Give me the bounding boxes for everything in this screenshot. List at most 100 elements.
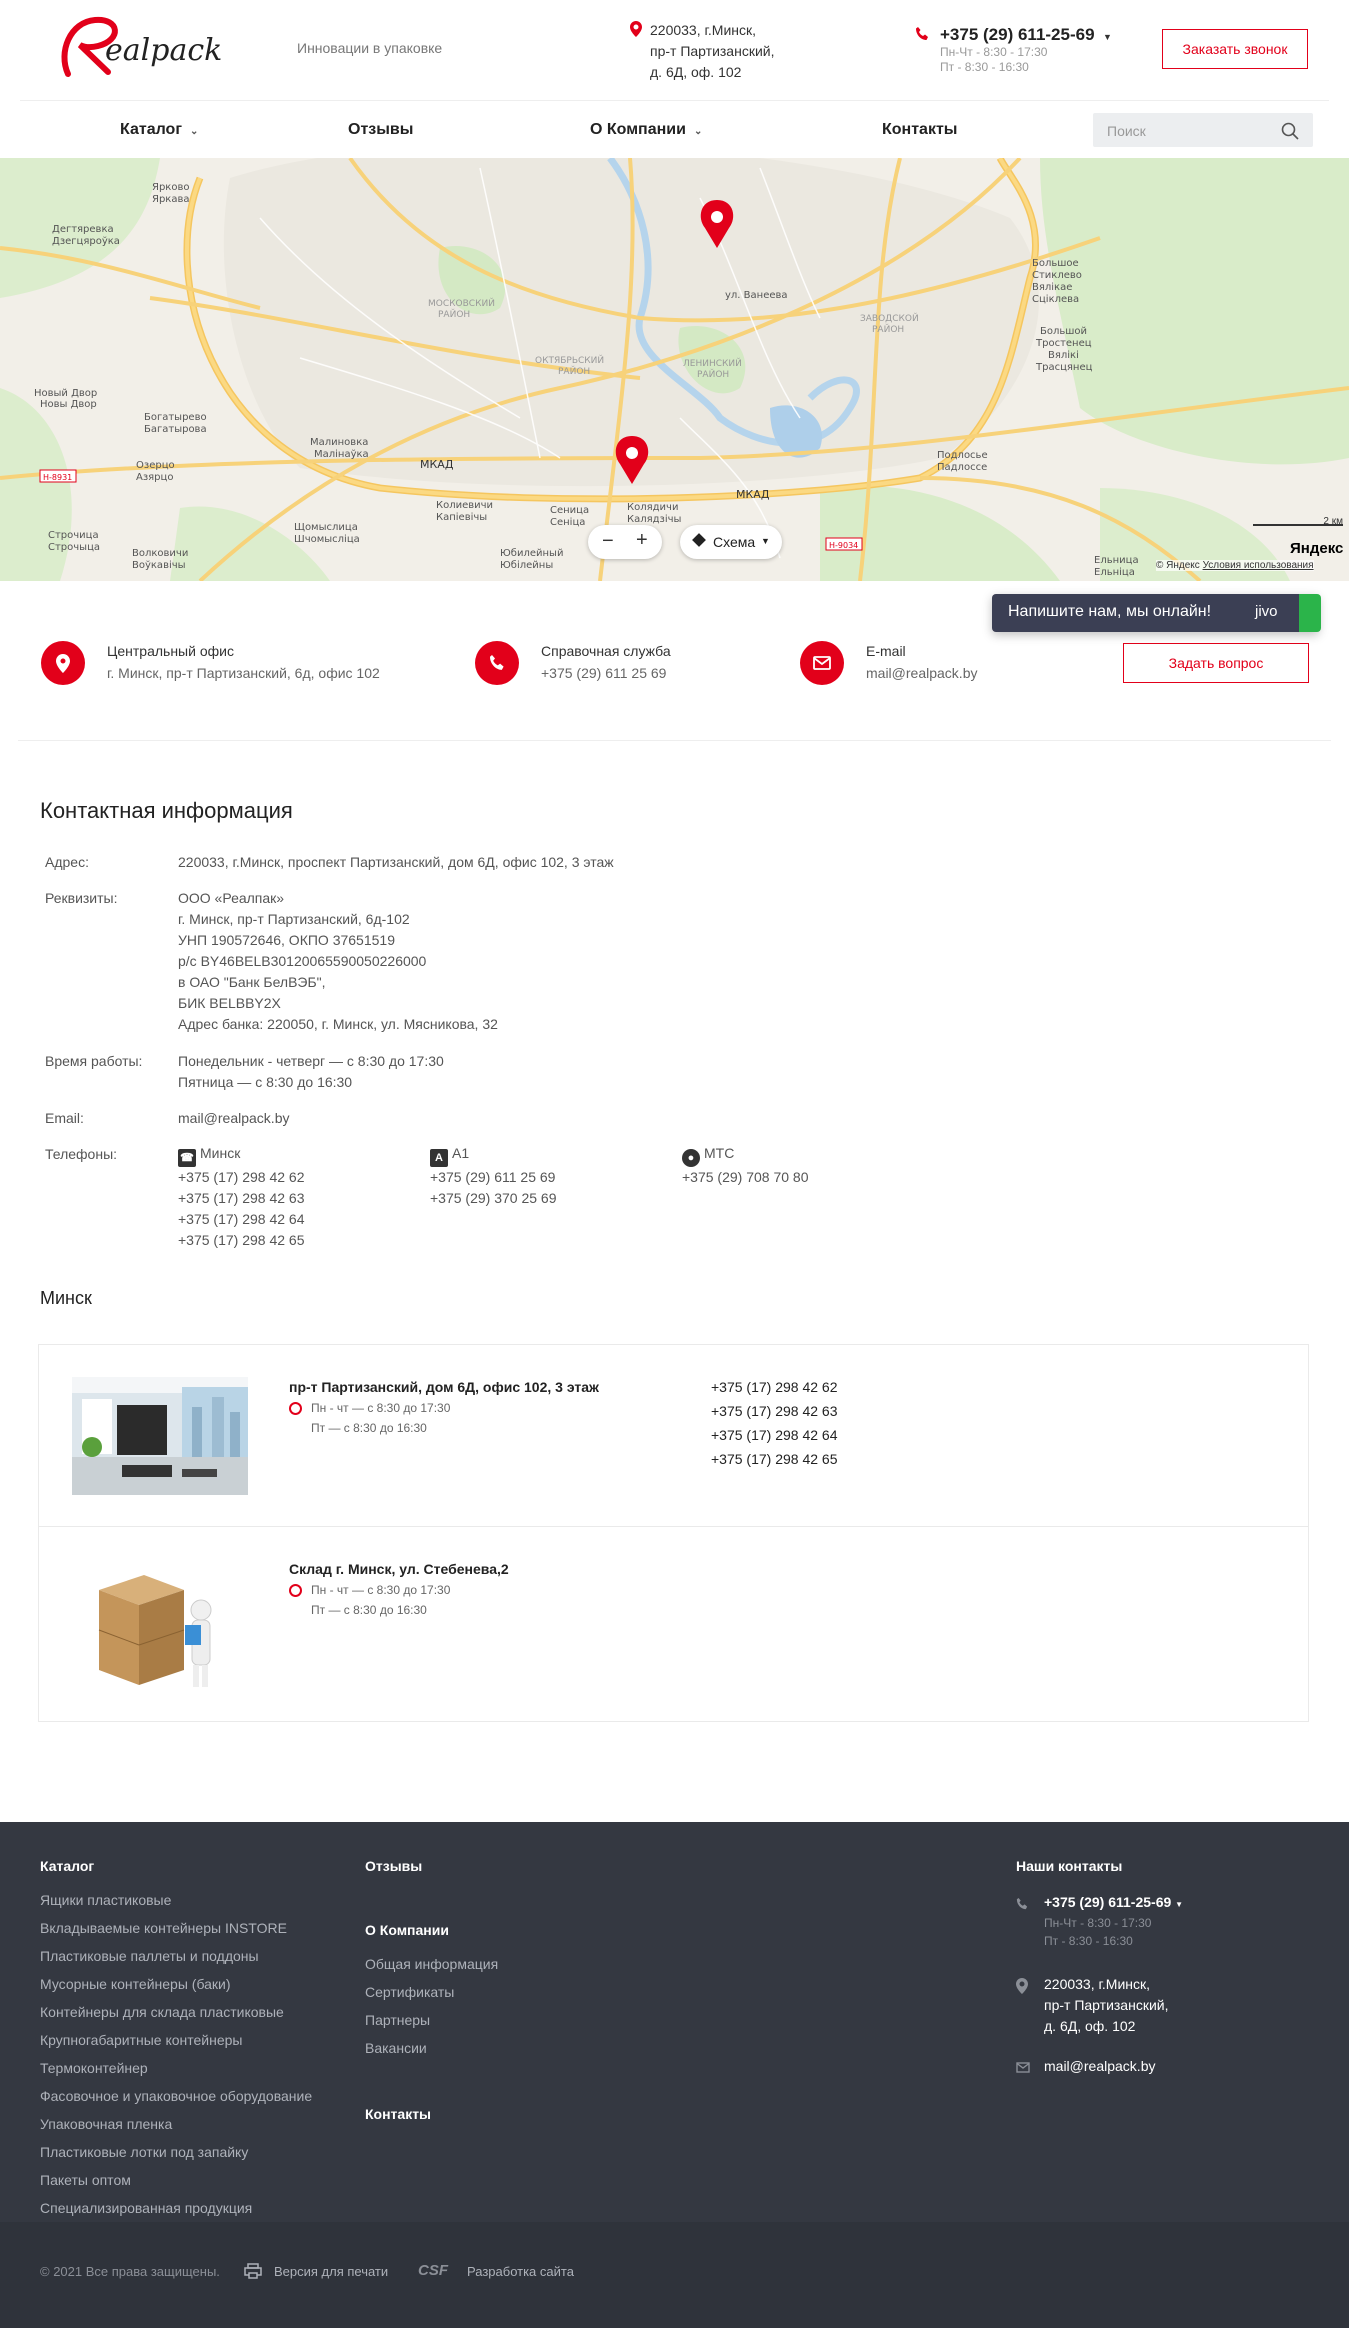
footer-link[interactable]: Вакансии <box>365 2034 498 2062</box>
svg-text:ОКТЯБРЬСКИЙ: ОКТЯБРЬСКИЙ <box>535 354 604 366</box>
chevron-down-icon: ⌄ <box>189 126 199 137</box>
map-copyright: © Яндекс Условия использования <box>1156 560 1314 571</box>
zoom-out-button[interactable]: − <box>602 530 614 553</box>
copyright: © 2021 Все права защищены. <box>40 2264 220 2279</box>
footer-link[interactable]: Контейнеры для склада пластиковые <box>40 1998 312 2026</box>
footer-link[interactable]: Пластиковые паллеты и поддоны <box>40 1942 312 1970</box>
footer-phone[interactable]: +375 (29) 611-25-69 ▼ <box>1044 1894 1183 1910</box>
address-value: 220033, г.Минск, проспект Партизанский, … <box>178 854 614 870</box>
header: ealpack Инновации в упаковке 220033, г.М… <box>0 0 1349 100</box>
svg-text:МОСКОВСКИЙ: МОСКОВСКИЙ <box>428 297 495 309</box>
svg-text:Падлоссе: Падлоссе <box>937 462 987 473</box>
footer-link[interactable]: Мусорные контейнеры (баки) <box>40 1970 312 1998</box>
phones-mts: ● МТС +375 (29) 708 70 80 <box>682 1145 809 1185</box>
footer-contacts[interactable]: Контакты <box>365 2106 431 2122</box>
svg-text:Стиклево: Стиклево <box>1032 270 1082 281</box>
landline-icon: ☎ <box>178 1149 196 1167</box>
ask-question-button[interactable]: Задать вопрос <box>1123 643 1309 683</box>
svg-text:РАЙОН: РАЙОН <box>872 323 904 335</box>
footer: Каталог Ящики пластиковые Вкладываемые к… <box>0 1822 1349 2328</box>
print-version-link[interactable]: Версия для печати <box>274 2264 388 2279</box>
footer-email[interactable]: mail@realpack.by <box>1044 2058 1155 2074</box>
svg-text:Азярцо: Азярцо <box>136 472 173 483</box>
mts-operator-icon: ● <box>682 1149 700 1167</box>
printer-icon[interactable] <box>244 2263 262 2279</box>
phone-icon <box>916 27 928 40</box>
nav-catalog[interactable]: Каталог ⌄ <box>120 121 198 139</box>
footer-link[interactable]: Ящики пластиковые <box>40 1886 312 1914</box>
svg-text:Малінаўка: Малінаўка <box>314 448 369 460</box>
layer-switcher[interactable]: Схема ▼ <box>680 525 782 559</box>
svg-text:Тростенец: Тростенец <box>1035 338 1092 349</box>
map-yandex-logo: Яндекс <box>1290 540 1344 557</box>
svg-text:Озерцо: Озерцо <box>136 460 175 471</box>
divider <box>18 740 1331 741</box>
nav-reviews[interactable]: Отзывы <box>348 121 413 139</box>
footer-link[interactable]: Специализированная продукция <box>40 2194 312 2222</box>
zoom-control: − + <box>588 525 662 559</box>
store-phones: +375 (17) 298 42 62 +375 (17) 298 42 63 +3… <box>711 1379 838 1467</box>
svg-text:Калядзічы: Калядзічы <box>627 513 681 525</box>
phone-icon <box>1016 1898 1028 1910</box>
footer-catalog-title[interactable]: Каталог <box>40 1858 94 1874</box>
phone-icon <box>475 641 519 685</box>
location-pin-icon <box>630 21 642 37</box>
map-terms-link[interactable]: Условия использования <box>1203 560 1314 571</box>
footer-link[interactable]: Крупногабаритные контейнеры <box>40 2026 312 2054</box>
mail-icon <box>1016 2062 1030 2073</box>
csf-logo[interactable]: CSF <box>418 2262 448 2279</box>
footer-address: 220033, г.Минск, пр-т Партизанский, д. 6Д,… <box>1044 1976 1169 2034</box>
a1-operator-icon: A <box>430 1149 448 1167</box>
svg-text:Сеница: Сеница <box>550 505 589 516</box>
chat-status-indicator <box>1299 594 1321 632</box>
realpack-logo[interactable]: ealpack <box>50 12 230 87</box>
footer-link[interactable]: Упаковочная пленка <box>40 2110 312 2138</box>
footer-company-list: Общая информация Сертификаты Партнеры Ва… <box>365 1950 498 2062</box>
footer-link[interactable]: Партнеры <box>365 2006 498 2034</box>
callback-button[interactable]: Заказать звонок <box>1162 29 1308 69</box>
footer-company-title[interactable]: О Компании <box>365 1922 449 1938</box>
nav-company[interactable]: О Компании ⌄ <box>590 121 702 139</box>
footer-link[interactable]: Общая информация <box>365 1950 498 1978</box>
footer-link[interactable]: Пластиковые лотки под запайку <box>40 2138 312 2166</box>
search-icon[interactable] <box>1281 122 1299 140</box>
svg-text:Воўкавічы: Воўкавічы <box>132 559 186 571</box>
phones-minsk: ☎ Минск +375 (17) 298 42 62 +375 (17) 298 … <box>178 1145 305 1248</box>
svg-text:Капіевічы: Капіевічы <box>436 511 487 523</box>
svg-text:Строчица: Строчица <box>48 530 99 541</box>
email-link[interactable]: mail@realpack.by <box>866 665 977 681</box>
store-title[interactable]: Склад г. Минск, ул. Стебенева,2 <box>289 1561 509 1577</box>
footer-link[interactable]: Пакеты оптом <box>40 2166 312 2194</box>
warehouse-photo[interactable] <box>89 1565 229 1695</box>
svg-text:Сціклева: Сціклева <box>1032 293 1079 305</box>
clock-icon <box>289 1402 302 1415</box>
footer-link[interactable]: Термоконтейнер <box>40 2054 312 2082</box>
info-email-link[interactable]: mail@realpack.by <box>178 1108 289 1129</box>
chat-widget[interactable]: Напишите нам, мы онлайн! jivo <box>992 594 1321 632</box>
svg-text:Подлосье: Подлосье <box>937 450 988 461</box>
svg-text:ул. Ванеева: ул. Ванеева <box>725 290 788 301</box>
developer-link[interactable]: Разработка сайта <box>467 2264 574 2279</box>
nav-contacts[interactable]: Контакты <box>882 121 957 139</box>
footer-link[interactable]: Фасовочное и упаковочное оборудование <box>40 2082 312 2110</box>
zoom-in-button[interactable]: + <box>636 529 648 552</box>
footer-link[interactable]: Сертификаты <box>365 1978 498 2006</box>
svg-text:РАЙОН: РАЙОН <box>558 365 590 377</box>
svg-text:Строчыца: Строчыца <box>48 542 100 553</box>
svg-text:Дзегцяроўка: Дзегцяроўка <box>52 235 120 247</box>
header-phone-number[interactable]: +375 (29) 611-25-69 <box>940 25 1095 44</box>
chevron-down-icon[interactable]: ▼ <box>1103 32 1112 42</box>
map-canvas[interactable]: ЯрковоЯркава ДегтяревкаДзегцяроўка МОСКО… <box>0 158 1349 581</box>
svg-text:H-9034: H-9034 <box>829 541 858 550</box>
svg-text:Малиновка: Малиновка <box>310 437 368 448</box>
svg-text:Колядичи: Колядичи <box>627 502 678 513</box>
office-photo[interactable] <box>72 1377 248 1495</box>
header-address: 220033, г.Минск, пр-т Партизанский, д. 6… <box>630 20 774 83</box>
footer-reviews[interactable]: Отзывы <box>365 1858 422 1874</box>
map[interactable]: Ярково Яркава Дегтяревка Дзегцяроўка МОСКО… <box>0 158 1349 581</box>
store-title[interactable]: пр-т Партизанский, дом 6Д, офис 102, 3 э… <box>289 1379 599 1395</box>
svg-text:Вялікі: Вялікі <box>1048 349 1079 361</box>
svg-text:Щомыслица: Щомыслица <box>294 522 358 533</box>
footer-link[interactable]: Вкладываемые контейнеры INSTORE <box>40 1914 312 1942</box>
search-input[interactable]: Поиск <box>1093 113 1313 147</box>
